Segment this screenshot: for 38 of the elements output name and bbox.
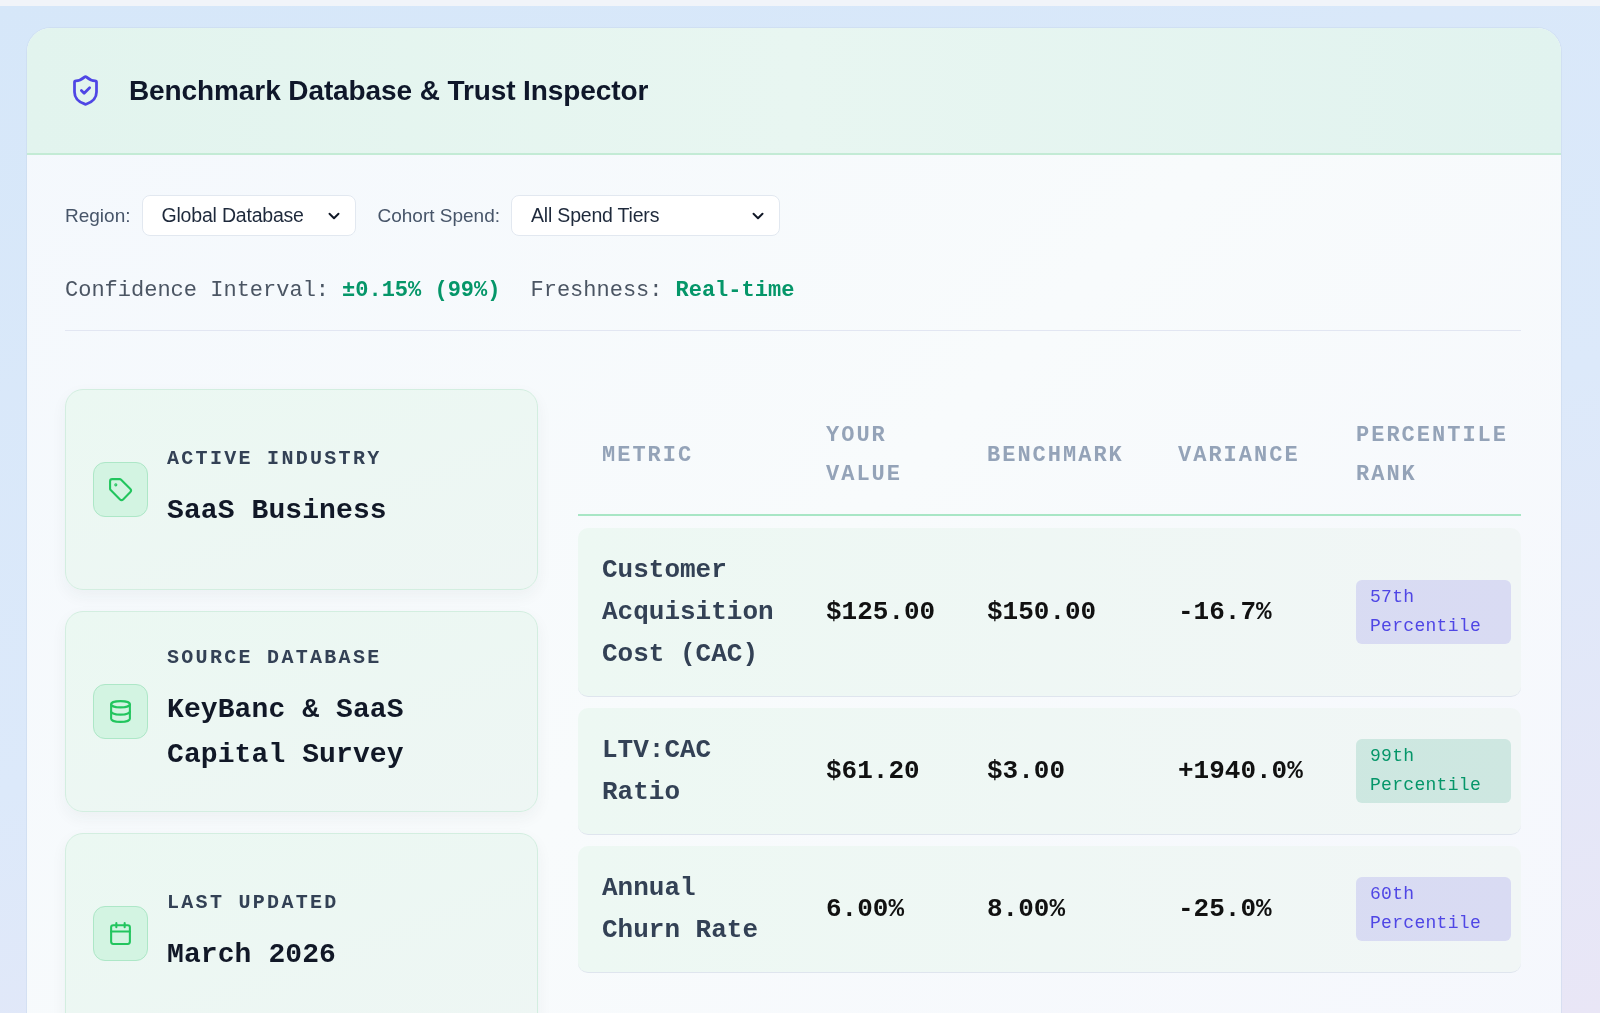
metric-cell-text: Customer Acquisition Cost (CAC)	[601, 554, 775, 671]
dropdown-select[interactable]: All Spend Tiers	[511, 195, 781, 236]
table-cell-text: 6.00%	[825, 893, 905, 926]
metric-cell-text: LTV:CAC Ratio	[601, 734, 713, 809]
card-value: KeyBanc & SaaS Capital Survey	[167, 693, 405, 772]
card-value: SaaS Business	[167, 493, 387, 528]
panel-title: Benchmark Database & Trust Inspector	[129, 74, 649, 107]
stat-value: Real-time	[675, 277, 795, 305]
percentile-badge: 57th Percentile	[1356, 580, 1511, 644]
calendar-icon	[93, 906, 148, 961]
table-cell-text: $3.00	[986, 755, 1066, 788]
column-header: METRIC	[601, 441, 695, 470]
metric-cell-text: Annual Churn Rate	[601, 872, 760, 947]
database-icon	[93, 684, 148, 739]
stat-value: ±0.15% (99%)	[342, 277, 501, 305]
column-header: YOUR VALUE	[825, 422, 903, 489]
card-label: ACTIVE INDUSTRY	[167, 446, 383, 471]
filter-label: Cohort Spend:	[377, 204, 501, 227]
dropdown-select[interactable]: Global Database	[141, 195, 356, 236]
card-value: March 2026	[167, 937, 338, 972]
column-header: VARIANCE	[1177, 441, 1301, 470]
column-header: BENCHMARK	[986, 441, 1125, 470]
table-cell-text: +1940.0%	[1177, 755, 1304, 788]
percentile-badge: 99th Percentile	[1356, 739, 1511, 803]
stat-label: Freshness:	[530, 277, 663, 305]
card-label: LAST UPDATED	[167, 890, 339, 915]
table-cell-text: $125.00	[825, 596, 937, 629]
card-label: SOURCE DATABASE	[167, 646, 383, 670]
percentile-badge: 60th Percentile	[1356, 877, 1511, 941]
stat-label: Confidence Interval:	[65, 277, 330, 305]
table-cell-text: 8.00%	[986, 893, 1066, 926]
table-cell-text: $150.00	[986, 596, 1098, 629]
column-header: PERCENTILE RANK	[1355, 422, 1510, 489]
table-cell-text: -25.0%	[1177, 893, 1273, 926]
filter-label: Region:	[65, 204, 131, 227]
table-cell-text: $61.20	[825, 755, 921, 788]
tag-icon	[93, 462, 148, 517]
table-cell-text: -16.7%	[1177, 596, 1273, 629]
